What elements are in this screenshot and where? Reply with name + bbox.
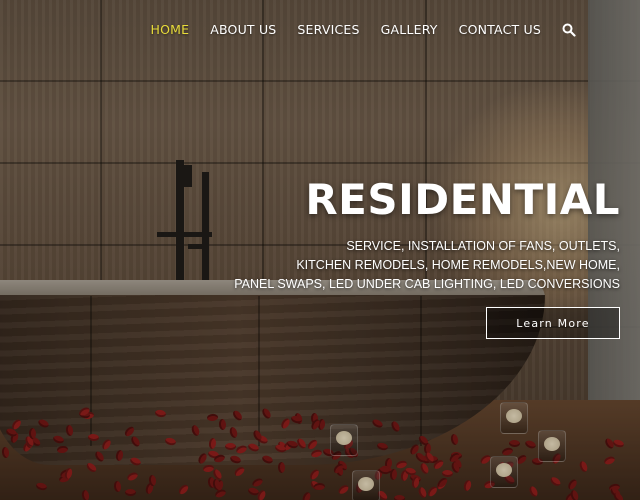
nav-home[interactable]: HOME xyxy=(151,22,190,37)
nav-gallery[interactable]: GALLERY xyxy=(381,22,438,37)
main-navigation: HOME ABOUT US SERVICES GALLERY CONTACT U… xyxy=(151,22,577,37)
hero-services-description: SERVICE, INSTALLATION OF FANS, OUTLETS, … xyxy=(234,237,620,294)
nav-services[interactable]: SERVICES xyxy=(297,22,359,37)
hero-description-line: SERVICE, INSTALLATION OF FANS, OUTLETS, xyxy=(346,239,620,253)
nav-contact-us[interactable]: CONTACT US xyxy=(459,22,541,37)
hero-description-line: PANEL SWAPS, LED UNDER CAB LIGHTING, LED… xyxy=(234,277,620,291)
nav-about-us[interactable]: ABOUT US xyxy=(210,22,276,37)
hero-description-line: KITCHEN REMODELS, HOME REMODELS,NEW HOME… xyxy=(296,258,620,272)
learn-more-button[interactable]: Learn More xyxy=(486,307,620,339)
hero-title: RESIDENTIAL xyxy=(305,175,620,224)
search-icon[interactable] xyxy=(562,23,576,37)
